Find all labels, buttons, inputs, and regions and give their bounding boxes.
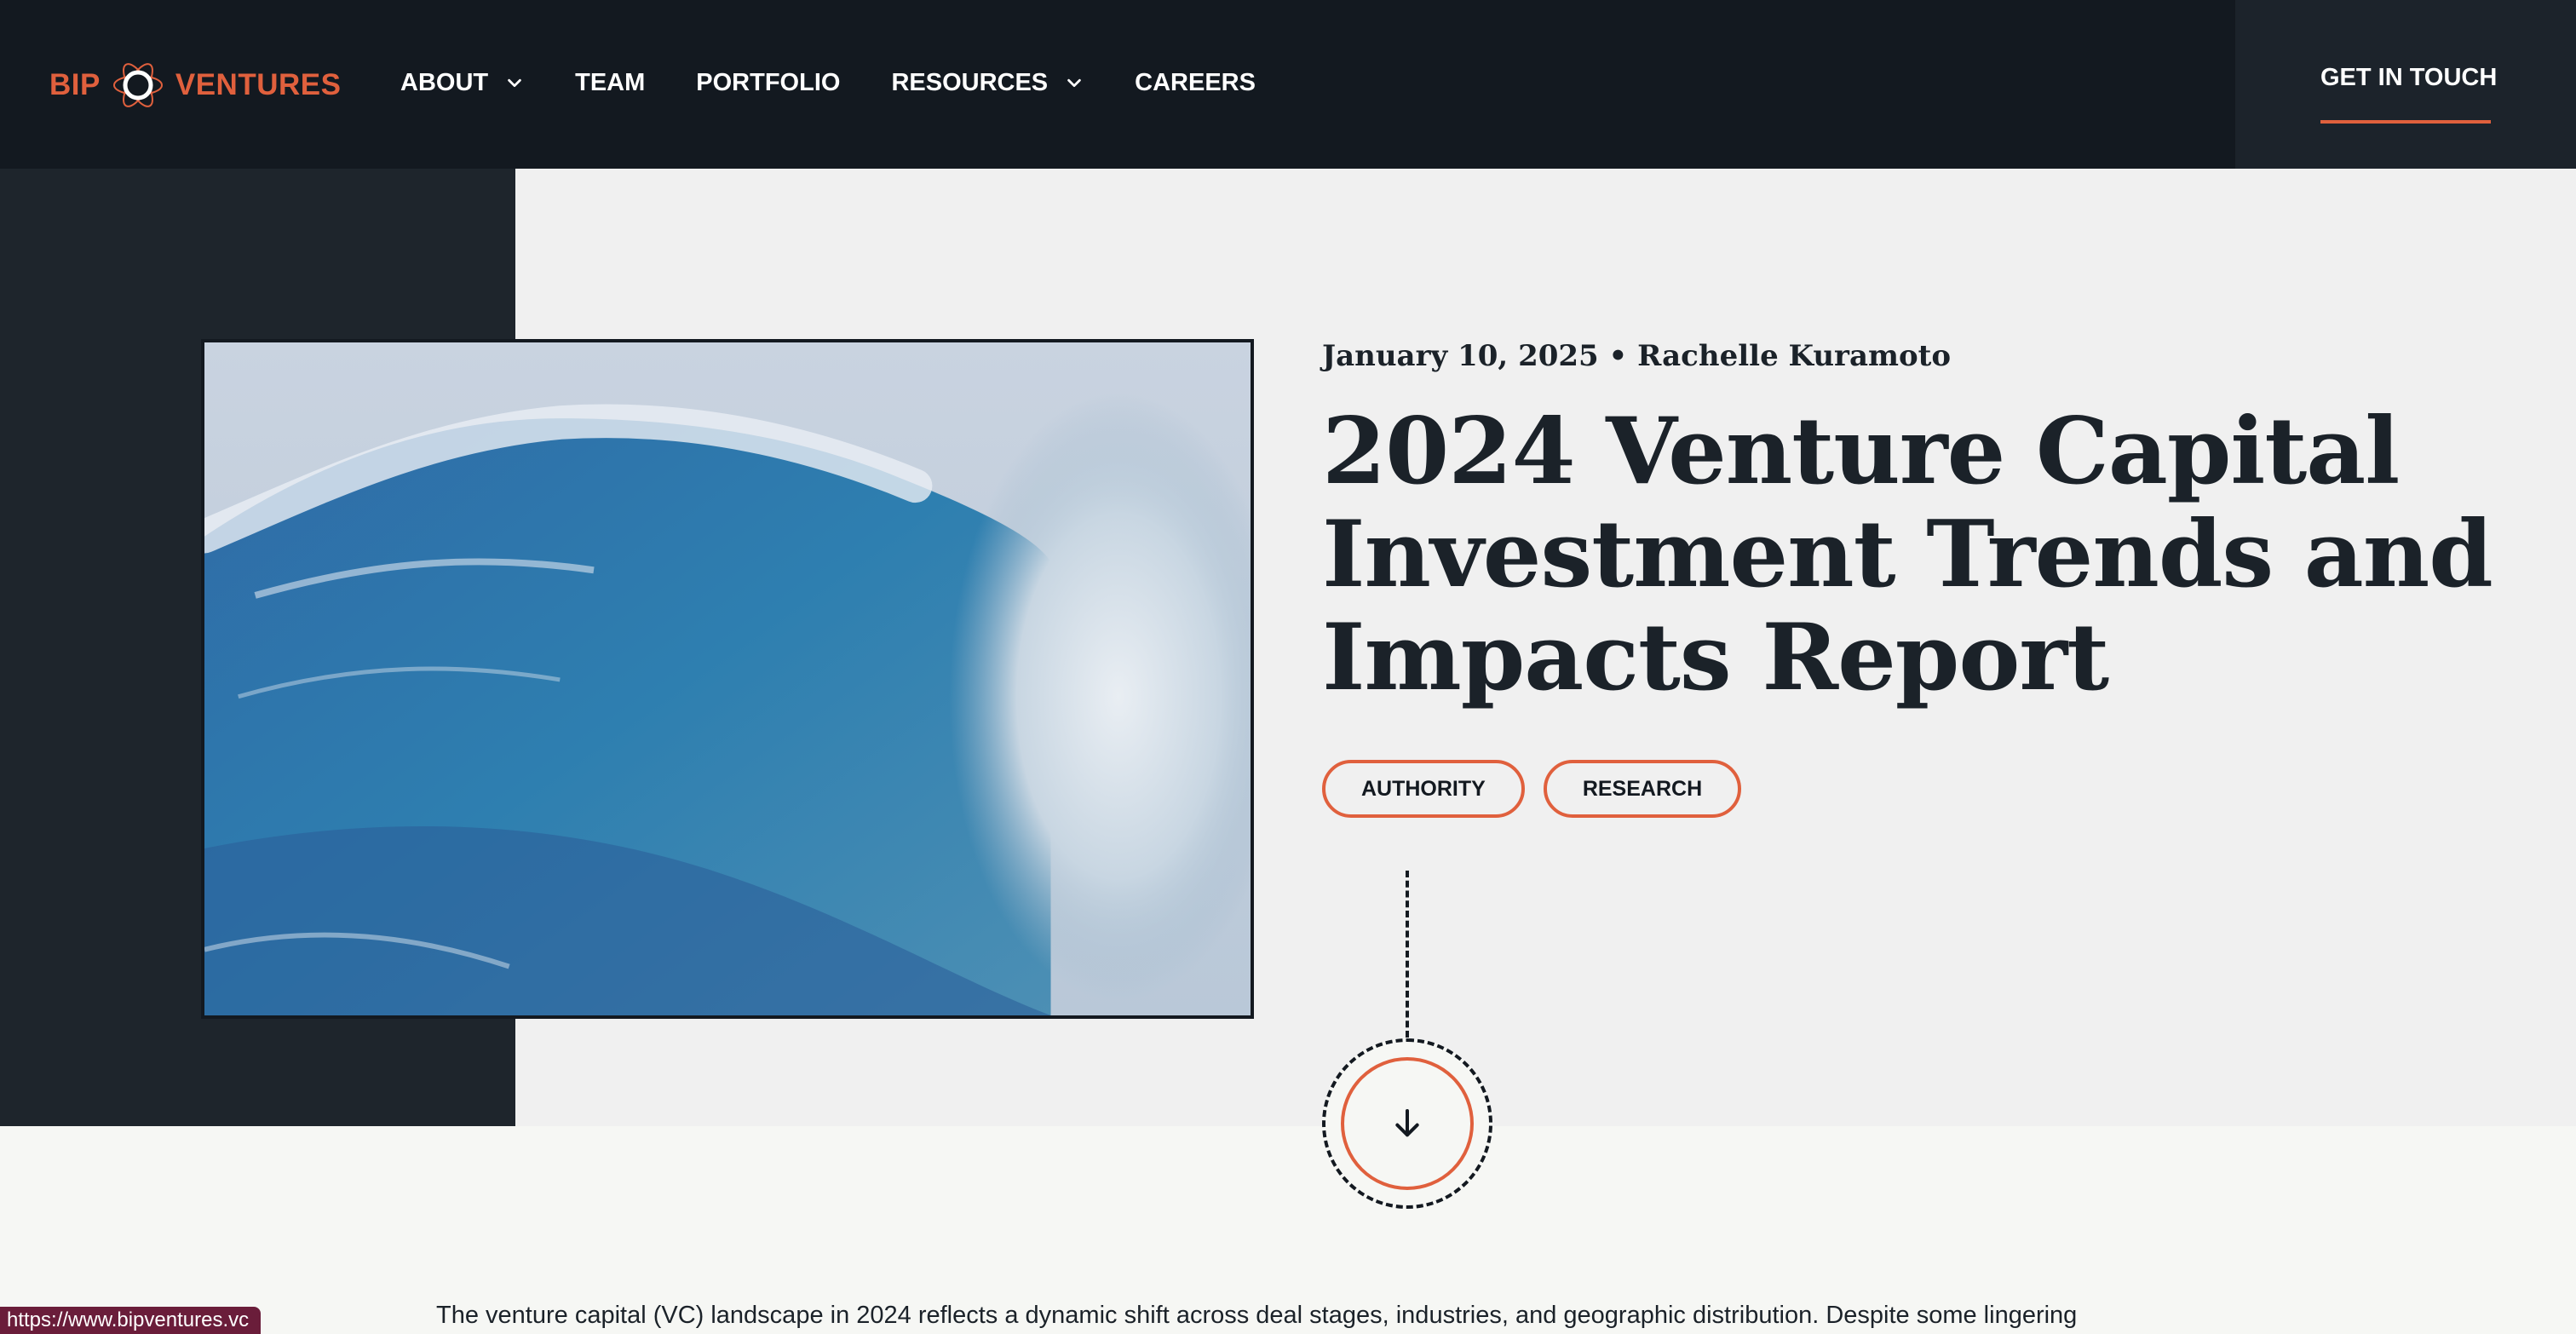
nav-item-portfolio[interactable]: PORTFOLIO <box>696 69 840 97</box>
hero-section: January 10, 2025 • Rachelle Kuramoto 202… <box>0 169 2576 1126</box>
dashed-connector-line <box>1406 871 1409 1038</box>
site-header: BIP VENTURES ABOUT TEAM PORTFOLIO RESOUR… <box>0 0 2576 169</box>
chevron-down-icon <box>508 78 521 88</box>
tag-list: AUTHORITY RESEARCH <box>1322 760 1742 818</box>
main-nav: ABOUT TEAM PORTFOLIO RESOURCES CAREERS <box>400 60 1307 106</box>
scroll-indicator-ring <box>1322 1038 1492 1209</box>
nav-item-resources[interactable]: RESOURCES <box>891 69 1084 97</box>
nav-item-about[interactable]: ABOUT <box>400 69 524 97</box>
article-intro: The venture capital (VC) landscape in 20… <box>436 1302 2078 1329</box>
ocean-wave-image <box>204 342 1251 1015</box>
nav-label-team: TEAM <box>575 68 646 96</box>
article-meta: January 10, 2025 • Rachelle Kuramoto <box>1322 339 1952 373</box>
nav-item-team[interactable]: TEAM <box>575 69 645 97</box>
logo-mark-icon <box>112 63 163 107</box>
arrow-down-icon <box>1395 1109 1419 1137</box>
cta-underline <box>2320 120 2491 124</box>
bip-ventures-logo[interactable]: BIP VENTURES <box>49 51 341 119</box>
scroll-down-button[interactable] <box>1341 1057 1474 1190</box>
chevron-down-icon <box>1067 78 1081 88</box>
tag-research[interactable]: RESEARCH <box>1543 760 1742 818</box>
nav-item-careers[interactable]: CAREERS <box>1135 69 1256 97</box>
nav-label-careers: CAREERS <box>1135 68 1256 96</box>
get-in-touch-button[interactable]: GET IN TOUCH <box>2320 64 2497 92</box>
logo-text-left: BIP <box>49 68 101 101</box>
logo-text-right: VENTURES <box>175 68 342 101</box>
hero-image <box>201 339 1254 1019</box>
tag-authority[interactable]: AUTHORITY <box>1322 760 1525 818</box>
page-title: 2024 Venture Capital Investment Trends a… <box>1322 398 2493 711</box>
nav-label-resources: RESOURCES <box>891 68 1049 96</box>
nav-label-about: ABOUT <box>400 68 489 96</box>
cta-panel: GET IN TOUCH <box>2235 0 2576 169</box>
nav-label-portfolio: PORTFOLIO <box>696 68 841 96</box>
link-status-bar: https://www.bipventures.vc <box>0 1307 262 1334</box>
